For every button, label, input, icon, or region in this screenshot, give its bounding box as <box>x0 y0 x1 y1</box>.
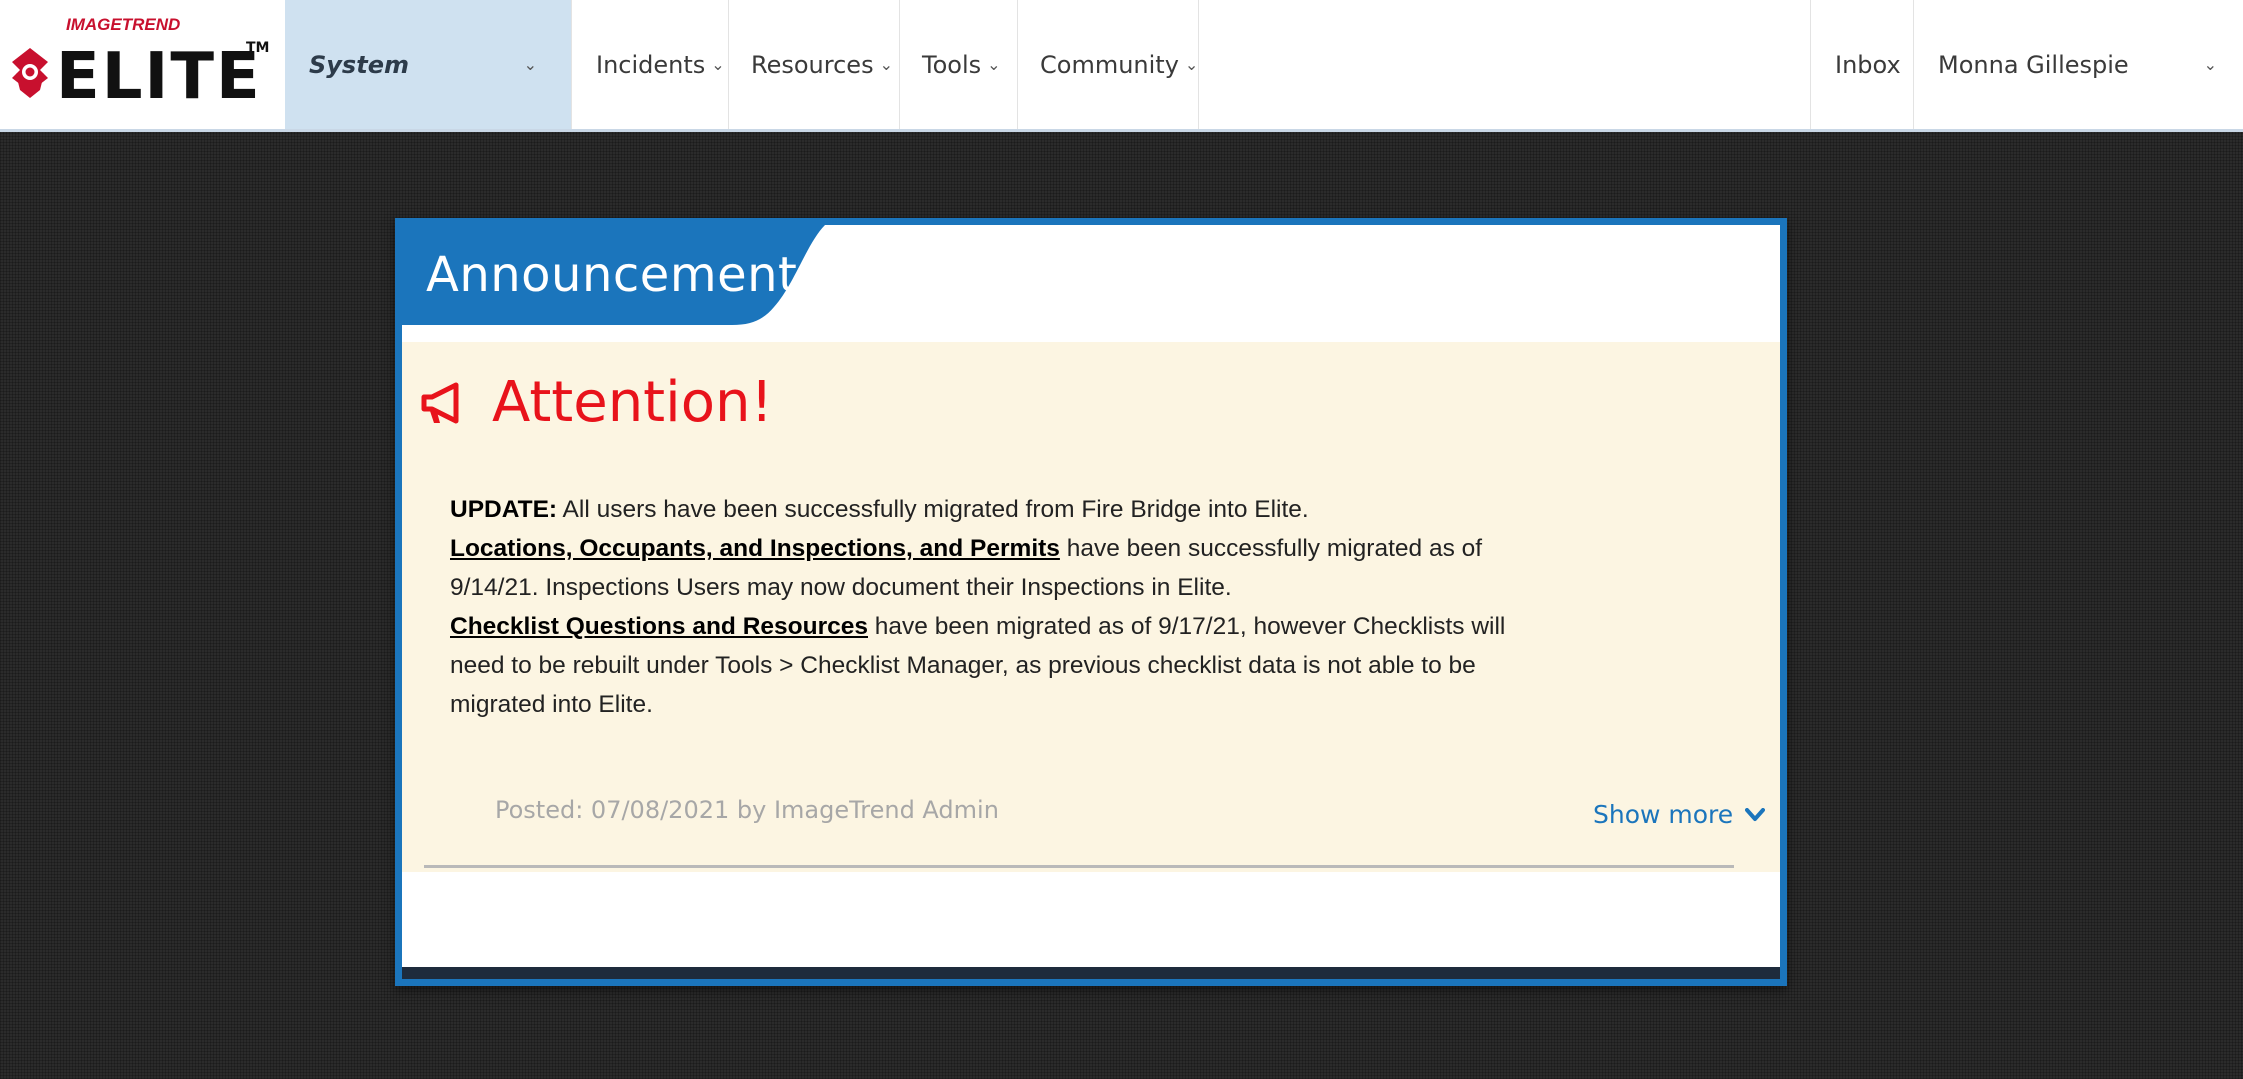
nav-community[interactable]: Community ⌄ <box>1018 0 1199 129</box>
update-text: All users have been successfully migrate… <box>557 496 1309 523</box>
chevron-down-icon: ⌄ <box>879 55 893 74</box>
nav-inbox-label: Inbox <box>1835 50 1901 79</box>
attention-heading: Attention! <box>420 370 773 435</box>
nav-resources[interactable]: Resources ⌄ <box>729 0 900 129</box>
user-name: Monna Gillespie <box>1938 50 2129 79</box>
imagetrend-elite-logo[interactable]: IMAGETREND ELITE TM <box>0 0 285 132</box>
maltese-cross-icon <box>12 48 48 98</box>
chevron-down-icon: ⌄ <box>2203 55 2217 74</box>
attention-heading-text: Attention! <box>492 370 773 435</box>
update-label: UPDATE: <box>450 496 558 523</box>
megaphone-icon <box>421 382 459 423</box>
logo-small-text: IMAGETREND <box>66 15 180 34</box>
show-more-label: Show more <box>1593 800 1734 829</box>
top-navigation-bar: IMAGETREND ELITE TM System ⌄ Incidents ⌄… <box>0 0 2243 132</box>
chevron-down-icon: ⌄ <box>523 55 537 74</box>
logo-tm: TM <box>246 40 269 56</box>
chevron-down-icon: ⌄ <box>1184 55 1199 74</box>
checklist-link[interactable]: Checklist Questions and Resources <box>450 613 868 640</box>
logo-big-text: ELITE <box>56 40 262 114</box>
locations-link[interactable]: Locations, Occupants, and Inspections, a… <box>450 535 1060 562</box>
announcement-item: Attention! UPDATE: All users have been s… <box>402 342 1780 872</box>
nav-tools-label: Tools <box>922 50 982 79</box>
announcement-body: UPDATE: All users have been successfully… <box>450 490 1510 724</box>
announcement-paragraph: Locations, Occupants, and Inspections, a… <box>450 529 1510 607</box>
announcements-header-tab: Announcements <box>402 225 825 329</box>
nav-community-label: Community <box>1040 50 1179 79</box>
announcements-panel: Announcements Attention! UPDATE: All use… <box>395 218 1787 986</box>
announcement-paragraph: UPDATE: All users have been successfully… <box>450 490 1510 529</box>
nav-incidents-label: Incidents <box>596 50 706 79</box>
nav-system-label: System <box>309 50 409 79</box>
user-menu[interactable]: Monna Gillespie ⌄ <box>1914 0 2243 129</box>
nav-inbox[interactable]: Inbox <box>1810 0 1914 129</box>
show-more-button[interactable]: Show more <box>1593 800 1766 829</box>
nav-system[interactable]: System ⌄ <box>285 0 572 129</box>
chevron-down-icon: ⌄ <box>987 55 1001 74</box>
announcement-divider <box>424 865 1734 868</box>
panel-bottom-bar <box>402 967 1780 979</box>
announcement-paragraph: Checklist Questions and Resources have b… <box>450 607 1510 724</box>
nav-incidents[interactable]: Incidents ⌄ <box>572 0 729 129</box>
chevron-down-icon <box>1745 807 1766 821</box>
posted-info: Posted: 07/08/2021 by ImageTrend Admin <box>495 796 999 824</box>
announcements-title: Announcements <box>426 247 823 303</box>
chevron-down-icon: ⌄ <box>711 55 725 74</box>
nav-tools[interactable]: Tools ⌄ <box>900 0 1018 129</box>
nav-resources-label: Resources <box>751 50 874 79</box>
